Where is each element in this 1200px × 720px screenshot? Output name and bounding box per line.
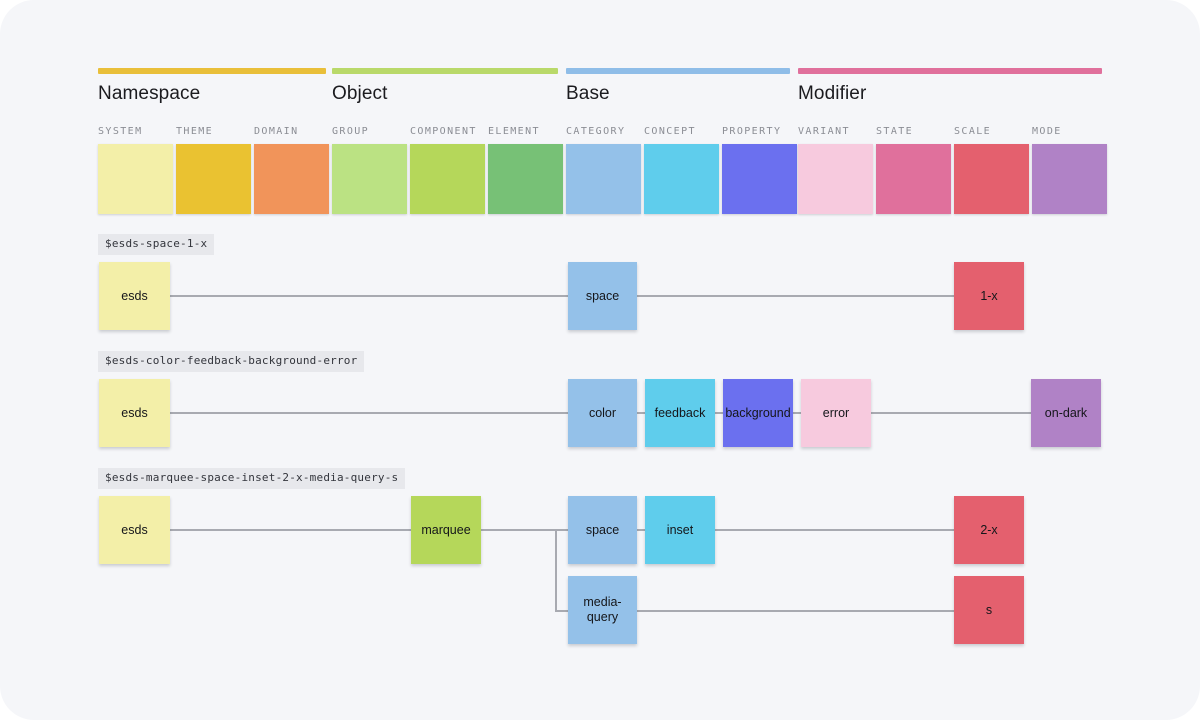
legend-label-variant: VARIANT [798,126,850,137]
node-row3-esds[interactable]: esds [99,496,170,564]
legend-label-concept: CONCEPT [644,126,696,137]
connector-row3-space-to-inset [637,529,645,531]
group-bar-modifier [798,68,1102,74]
legend-swatch-state [876,144,951,214]
legend-label-theme: THEME [176,126,214,137]
node-row2-background[interactable]: background [723,379,793,447]
connector-row3-mediaquery-to-s [637,610,954,612]
legend-label-group: GROUP [332,126,370,137]
connector-row2-esds-to-color [170,412,568,414]
legend-item-domain: DOMAIN [254,126,329,214]
legend-label-domain: DOMAIN [254,126,299,137]
legend-swatch-element [488,144,563,214]
legend-item-category: CATEGORY [566,126,641,214]
legend-swatch-concept [644,144,719,214]
connector-row2-feedback-to-background [715,412,723,414]
node-row3-2x[interactable]: 2-x [954,496,1024,564]
legend-label-state: STATE [876,126,914,137]
legend-label-mode: MODE [1032,126,1062,137]
token-chip-row-2: $esds-color-feedback-background-error [98,351,365,372]
legend-item-theme: THEME [176,126,251,214]
legend-swatch-mode [1032,144,1107,214]
legend-label-element: ELEMENT [488,126,540,137]
connector-row2-error-to-ondark [871,412,1031,414]
legend-label-scale: SCALE [954,126,992,137]
node-row2-esds[interactable]: esds [99,379,170,447]
node-row3-space[interactable]: space [568,496,637,564]
node-row3-s[interactable]: s [954,576,1024,644]
legend-item-element: ELEMENT [488,126,563,214]
connector-row2-color-to-feedback [637,412,645,414]
group-header-namespace: Namespace [98,68,326,105]
group-header-modifier: Modifier [798,68,1102,105]
legend-label-system: SYSTEM [98,126,143,137]
legend-item-state: STATE [876,126,951,214]
connector-row3-inset-to-2x [715,529,954,531]
group-title-modifier: Modifier [798,83,867,104]
token-chip-row-3: $esds-marquee-space-inset-2-x-media-quer… [98,468,406,489]
group-bar-base [566,68,790,74]
legend-item-property: PROPERTY [722,126,797,214]
legend-item-system: SYSTEM [98,126,173,214]
legend-item-mode: MODE [1032,126,1107,214]
legend-swatch-component [410,144,485,214]
token-chip-row-1: $esds-space-1-x [98,234,215,255]
legend-swatch-group [332,144,407,214]
legend-item-concept: CONCEPT [644,126,719,214]
legend-swatch-theme [176,144,251,214]
node-row2-feedback[interactable]: feedback [645,379,715,447]
group-bar-namespace [98,68,326,74]
node-row1-space[interactable]: space [568,262,637,330]
node-row3-media-query[interactable]: media-query [568,576,637,644]
node-row1-esds[interactable]: esds [99,262,170,330]
node-row2-color[interactable]: color [568,379,637,447]
legend-item-group: GROUP [332,126,407,214]
node-row3-marquee[interactable]: marquee [411,496,481,564]
group-header-base: Base [566,68,790,105]
connector-row2-background-to-error [793,412,801,414]
group-bar-object [332,68,558,74]
group-title-object: Object [332,83,388,104]
node-row3-inset[interactable]: inset [645,496,715,564]
legend-swatch-scale [954,144,1029,214]
legend-item-variant: VARIANT [798,126,873,214]
legend-swatch-variant [798,144,873,214]
legend-item-scale: SCALE [954,126,1029,214]
legend-label-component: COMPONENT [410,126,477,137]
legend-swatch-system [98,144,173,214]
connector-row3-branch-to-mediaquery [555,610,569,612]
legend-swatch-property [722,144,797,214]
node-row2-error[interactable]: error [801,379,871,447]
group-title-base: Base [566,83,610,104]
connector-row3-branch-vertical [555,529,557,611]
group-title-namespace: Namespace [98,83,201,104]
group-header-object: Object [332,68,558,105]
connector-row3-esds-to-marquee [170,529,411,531]
legend-item-component: COMPONENT [410,126,485,214]
connector-row1-space-to-1x [637,295,954,297]
legend-label-property: PROPERTY [722,126,782,137]
node-row2-on-dark[interactable]: on-dark [1031,379,1101,447]
connector-row1-esds-to-space [170,295,568,297]
diagram-canvas: Namespace Object Base Modifier SYSTEM TH… [0,0,1200,720]
legend-label-category: CATEGORY [566,126,626,137]
legend-swatch-category [566,144,641,214]
legend-swatch-domain [254,144,329,214]
node-row1-1x[interactable]: 1-x [954,262,1024,330]
